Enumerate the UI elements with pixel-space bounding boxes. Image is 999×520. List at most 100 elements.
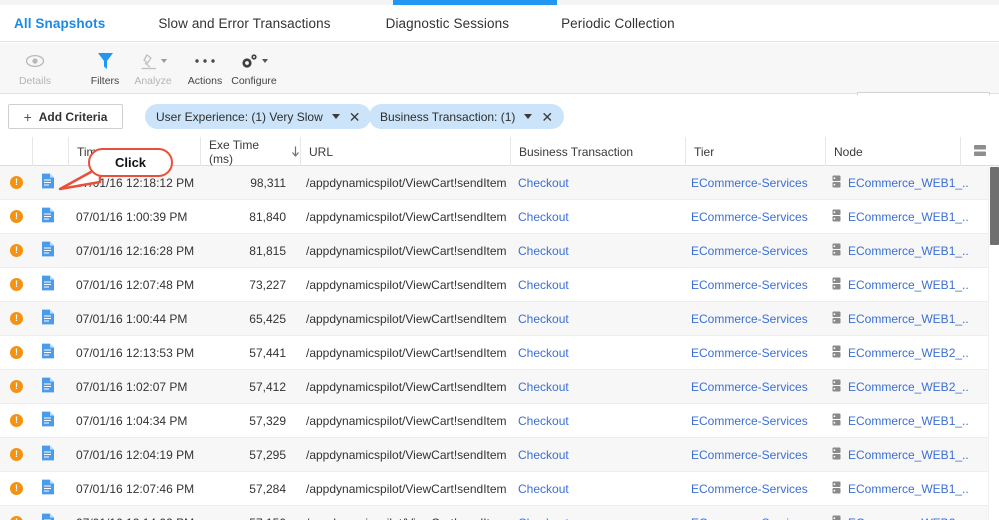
tab-periodic-collection[interactable]: Periodic Collection xyxy=(561,16,675,31)
table-row[interactable]: ! 07/01/16 12:04:19 PM 57,295/appdynamicsp… xyxy=(0,438,999,472)
criteria-chip-user-experience[interactable]: User Experience: (1) Very Slow ✕ xyxy=(145,104,372,129)
add-criteria-button[interactable]: + Add Criteria xyxy=(8,104,123,129)
cell-node[interactable]: ECommerce_WEB2_... xyxy=(848,346,968,360)
cell-tier[interactable]: ECommerce-Services xyxy=(691,278,823,292)
node-icon xyxy=(832,481,846,497)
column-header-node[interactable]: Node xyxy=(825,137,960,166)
sort-desc-icon xyxy=(291,146,300,157)
column-header-exe-time-label: Exe Time (ms) xyxy=(209,137,260,166)
severity-icon: ! xyxy=(10,244,23,257)
cell-business-transaction[interactable]: Checkout xyxy=(518,414,683,428)
snapshot-doc-icon[interactable] xyxy=(41,343,55,362)
cell-tier[interactable]: ECommerce-Services xyxy=(691,516,823,520)
severity-icon: ! xyxy=(10,346,23,359)
cell-exe-time: 57,284 xyxy=(249,481,286,496)
table-row[interactable]: ! 07/01/16 12:16:28 PM 81,815/appdynamicsp… xyxy=(0,234,999,268)
cell-node[interactable]: ECommerce_WEB1_... xyxy=(848,448,968,462)
cell-tier[interactable]: ECommerce-Services xyxy=(691,210,823,224)
details-button[interactable]: Details xyxy=(6,47,64,91)
table-row[interactable]: ! 07/01/16 12:07:46 PM 57,284/appdynamicsp… xyxy=(0,472,999,506)
snapshot-doc-icon[interactable] xyxy=(41,207,55,226)
tab-diagnostic-sessions[interactable]: Diagnostic Sessions xyxy=(386,16,509,31)
cell-business-transaction[interactable]: Checkout xyxy=(518,380,683,394)
table-row[interactable]: ! 07/01/16 12:07:48 PM 73,227/appdynamicsp… xyxy=(0,268,999,302)
cell-tier[interactable]: ECommerce-Services xyxy=(691,414,823,428)
table-scrollbar-thumb[interactable] xyxy=(990,167,999,245)
configure-button[interactable]: Configure xyxy=(225,47,283,91)
details-label: Details xyxy=(18,75,52,87)
cell-url: /appdynamicspilot/ViewCart!sendItem... xyxy=(306,447,506,462)
snapshot-doc-icon[interactable] xyxy=(41,411,55,430)
column-settings-button[interactable] xyxy=(960,137,999,166)
table-row[interactable]: ! 07/01/16 1:04:34 PM 57,329/appdynamicspi… xyxy=(0,404,999,438)
configure-chevron-down-icon[interactable] xyxy=(262,59,268,63)
node-icon xyxy=(832,277,846,293)
chevron-down-icon[interactable] xyxy=(331,114,340,119)
cell-business-transaction[interactable]: Checkout xyxy=(518,448,683,462)
cell-node[interactable]: ECommerce_WEB1_... xyxy=(848,482,968,496)
cell-node[interactable]: ECommerce_WEB1_... xyxy=(848,312,968,326)
table-row[interactable]: ! 07/01/16 12:14:02 PM57,150/appdynamicsp… xyxy=(0,506,999,520)
snapshot-doc-icon[interactable] xyxy=(41,513,55,520)
analyze-button[interactable]: Analyze xyxy=(124,47,182,91)
table-row[interactable]: ! 07/01/16 1:02:07 PM 57,412/appdynamicspi… xyxy=(0,370,999,404)
cell-tier[interactable]: ECommerce-Services xyxy=(691,312,823,326)
column-header-url[interactable]: URL xyxy=(300,137,510,166)
cell-tier[interactable]: ECommerce-Services xyxy=(691,346,823,360)
node-icon xyxy=(832,175,846,191)
toolbar: Details Filters Analyze Actions Configur… xyxy=(0,43,999,129)
gear-icon xyxy=(240,50,268,72)
cell-exe-time: 65,425 xyxy=(249,311,286,326)
table-row[interactable]: ! 07/01/16 1:00:44 PM 65,425/appdynamicspi… xyxy=(0,302,999,336)
chevron-down-icon[interactable] xyxy=(524,114,533,119)
cell-business-transaction[interactable]: Checkout xyxy=(518,244,683,258)
cell-tier[interactable]: ECommerce-Services xyxy=(691,482,823,496)
node-icon xyxy=(832,447,846,463)
cell-business-transaction[interactable]: Checkout xyxy=(518,312,683,326)
ellipsis-icon xyxy=(194,50,216,72)
snapshot-doc-icon[interactable] xyxy=(41,241,55,260)
table-scrollbar[interactable] xyxy=(988,167,999,520)
cell-node[interactable]: ECommerce_WEB1_... xyxy=(848,176,968,190)
column-header-business-transaction[interactable]: Business Transaction xyxy=(510,137,685,166)
cell-exe-time: 57,295 xyxy=(249,447,286,462)
close-icon[interactable]: ✕ xyxy=(349,110,361,124)
severity-icon: ! xyxy=(10,176,23,189)
snapshot-doc-icon[interactable] xyxy=(41,479,55,498)
analyze-chevron-down-icon[interactable] xyxy=(160,59,167,63)
cell-business-transaction[interactable]: Checkout xyxy=(518,176,683,190)
close-icon[interactable]: ✕ xyxy=(541,110,553,124)
snapshot-doc-icon[interactable] xyxy=(41,445,55,464)
snapshot-doc-icon[interactable] xyxy=(41,377,55,396)
cell-tier[interactable]: ECommerce-Services xyxy=(691,448,823,462)
column-header-severity[interactable] xyxy=(0,137,32,166)
column-header-doc[interactable] xyxy=(32,137,68,166)
cell-time: 07/01/16 1:00:44 PM xyxy=(76,311,188,326)
criteria-chip-business-transaction[interactable]: Business Transaction: (1) ✕ xyxy=(369,104,565,129)
snapshot-doc-icon[interactable] xyxy=(41,275,55,294)
cell-business-transaction[interactable]: Checkout xyxy=(518,278,683,292)
cell-node[interactable]: ECommerce_WEB1_... xyxy=(848,278,968,292)
snapshot-doc-icon[interactable] xyxy=(41,309,55,328)
column-header-exe-time[interactable]: Exe Time (ms) xyxy=(200,137,300,166)
cell-node[interactable]: ECommerce_WEB1_... xyxy=(848,210,968,224)
cell-node[interactable]: ECommerce_WEB2_... xyxy=(848,380,968,394)
table-row[interactable]: ! 07/01/16 12:13:53 PM 57,441/appdynamicsp… xyxy=(0,336,999,370)
cell-tier[interactable]: ECommerce-Services xyxy=(691,176,823,190)
cell-node[interactable]: ECommerce_WEB2_... xyxy=(848,516,968,520)
cell-tier[interactable]: ECommerce-Services xyxy=(691,244,823,258)
cell-node[interactable]: ECommerce_WEB1_... xyxy=(848,244,968,258)
cell-business-transaction[interactable]: Checkout xyxy=(518,482,683,496)
table-row[interactable]: ! 07/01/16 1:00:39 PM 81,840/appdynamicspi… xyxy=(0,200,999,234)
tab-all-snapshots[interactable]: All Snapshots xyxy=(14,16,105,31)
actions-label: Actions xyxy=(187,75,223,87)
cell-tier[interactable]: ECommerce-Services xyxy=(691,380,823,394)
cell-business-transaction[interactable]: Checkout xyxy=(518,516,683,520)
cell-url: /appdynamicspilot/ViewCart!sendItem... xyxy=(306,516,506,520)
snapshot-doc-icon[interactable] xyxy=(41,173,55,192)
cell-node[interactable]: ECommerce_WEB1_... xyxy=(848,414,968,428)
cell-business-transaction[interactable]: Checkout xyxy=(518,346,683,360)
tab-slow-and-error-transactions[interactable]: Slow and Error Transactions xyxy=(158,16,330,31)
column-header-tier[interactable]: Tier xyxy=(685,137,825,166)
cell-business-transaction[interactable]: Checkout xyxy=(518,210,683,224)
